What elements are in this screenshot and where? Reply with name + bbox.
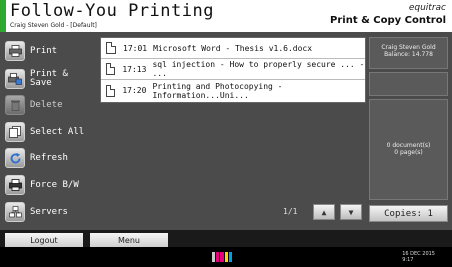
scroll-up-button[interactable]: ▲ — [313, 204, 335, 220]
force-bw-label: Force B/W — [30, 179, 79, 190]
servers-icon — [5, 202, 25, 222]
printer-icon — [5, 41, 25, 61]
brand-subtitle: Print & Copy Control — [330, 15, 446, 26]
action-sidebar: Print Print & Save Delete Select All Ref — [0, 32, 95, 230]
select-all-icon — [5, 122, 25, 142]
print-job-list: 17:01 Microsoft Word - Thesis v1.6.docx … — [100, 37, 366, 103]
user-name: Craig Steven Gold — [381, 44, 436, 51]
date-time-display: 16 DEC 2015 9:17 — [402, 251, 435, 263]
print-and-save-label: Print & Save — [30, 69, 68, 88]
select-all-button[interactable]: Select All — [5, 120, 91, 144]
main-panel: Print Print & Save Delete Select All Ref — [0, 32, 452, 230]
document-icon — [106, 42, 116, 54]
document-count: 0 document(s) — [386, 142, 431, 149]
header-accent-stripe — [0, 0, 6, 32]
refresh-icon — [5, 148, 25, 168]
user-info-panel: Craig Steven Gold Balance: 14.778 — [369, 37, 448, 69]
scroll-down-button[interactable]: ▼ — [340, 204, 362, 220]
select-all-label: Select All — [30, 126, 85, 137]
arrow-down-icon: ▼ — [348, 207, 354, 217]
blank-info-box — [369, 72, 448, 96]
page-indicator: 1/1 — [283, 207, 298, 216]
time-label: 9:17 — [402, 257, 414, 263]
refresh-label: Refresh — [30, 152, 68, 163]
print-save-icon — [5, 69, 25, 89]
servers-label: Servers — [30, 206, 68, 217]
refresh-button[interactable]: Refresh — [5, 146, 91, 170]
delete-label: Delete — [30, 99, 63, 110]
status-bar: 16 DEC 2015 9:17 — [0, 247, 452, 267]
user-balance: Balance: 14.778 — [384, 51, 433, 58]
job-row[interactable]: 17:01 Microsoft Word - Thesis v1.6.docx — [101, 38, 365, 59]
ink-level-icon — [212, 252, 233, 262]
job-time: 17:13 — [122, 64, 147, 74]
force-bw-icon — [5, 175, 25, 195]
document-icon — [106, 84, 116, 97]
job-row[interactable]: 17:13 sql injection - How to properly se… — [101, 59, 365, 80]
job-name: sql injection - How to properly secure .… — [152, 60, 365, 78]
job-time: 17:01 — [123, 43, 148, 53]
logout-tab[interactable]: Logout — [5, 233, 83, 247]
selection-summary-panel: 0 document(s) 0 page(s) — [369, 99, 448, 200]
job-name: Printing and Photocopying - Information.… — [152, 81, 283, 100]
trash-icon — [5, 95, 25, 115]
ink-bar — [220, 252, 224, 262]
ink-bar — [212, 252, 216, 262]
ink-bar — [216, 252, 220, 262]
document-icon — [106, 63, 116, 75]
job-name: Microsoft Word - Thesis v1.6.docx — [153, 43, 313, 53]
page-count: 0 page(s) — [394, 149, 423, 156]
job-time: 17:20 — [122, 86, 147, 95]
bottom-tab-bar: Logout Menu — [0, 230, 452, 247]
current-user-label: Craig Steven Gold - [Default] — [10, 22, 97, 29]
print-label: Print — [30, 45, 58, 56]
print-and-save-button[interactable]: Print & Save — [5, 67, 91, 91]
force-bw-button[interactable]: Force B/W — [5, 173, 91, 197]
menu-tab[interactable]: Menu — [90, 233, 168, 247]
job-row[interactable]: 17:20 Printing and Photocopying - Inform… — [101, 80, 365, 101]
page-title: Follow-You Printing — [10, 1, 214, 21]
print-button[interactable]: Print — [5, 39, 91, 63]
ink-bar — [228, 252, 233, 262]
arrow-up-icon: ▲ — [321, 207, 327, 217]
servers-button[interactable]: Servers — [5, 200, 91, 224]
delete-button[interactable]: Delete — [5, 93, 91, 117]
copies-button[interactable]: Copies: 1 — [369, 205, 448, 222]
header-bar: Follow-You Printing Craig Steven Gold - … — [0, 0, 452, 32]
ink-bar — [224, 252, 228, 262]
equitrac-logo: equitrac — [408, 3, 446, 13]
